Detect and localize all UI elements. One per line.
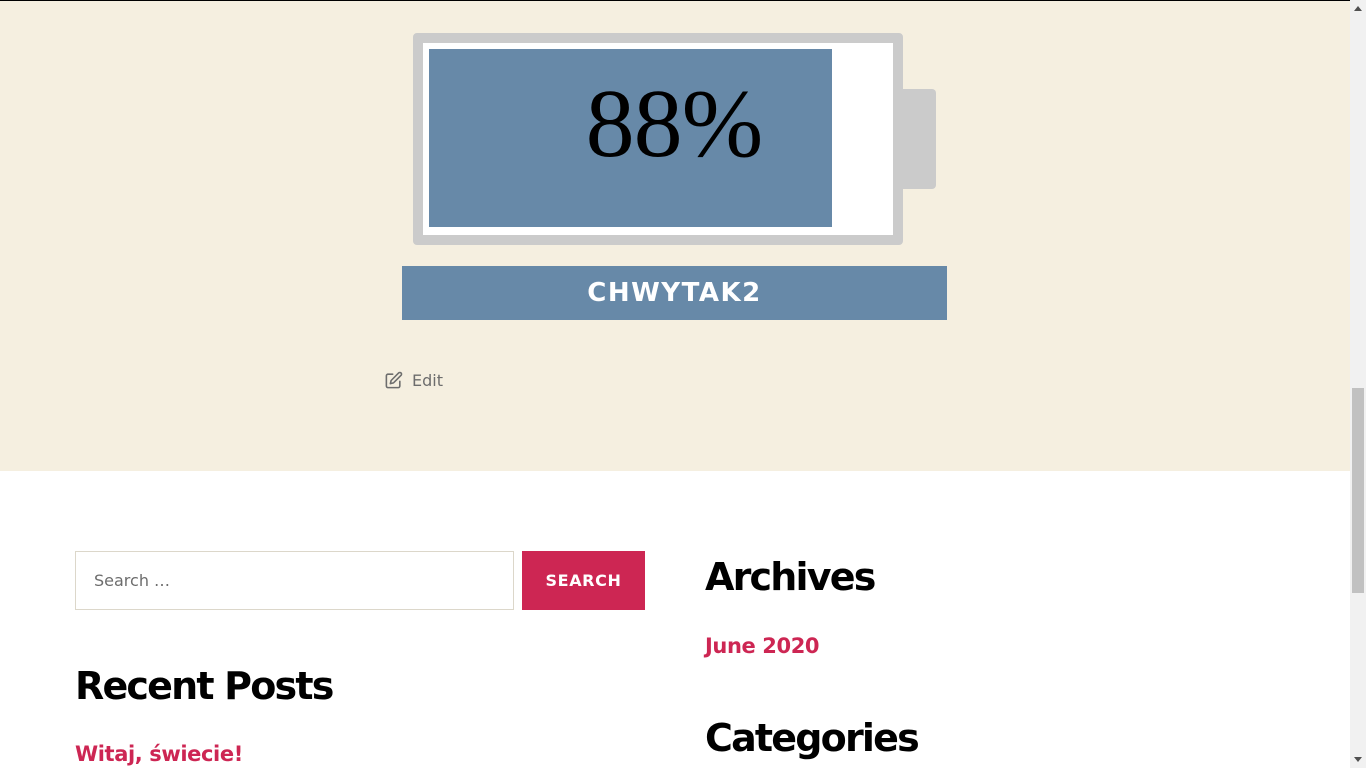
vertical-scrollbar[interactable] xyxy=(1350,0,1366,768)
device-name-banner: CHWYTAK2 xyxy=(402,266,947,320)
archive-link[interactable]: June 2020 xyxy=(705,634,820,658)
recent-post-link[interactable]: Witaj, świecie! xyxy=(75,742,243,766)
search-input[interactable] xyxy=(75,551,514,610)
post-content: 88% CHWYTAK2 Edit xyxy=(0,1,1350,471)
search-form: SEARCH xyxy=(75,551,645,610)
battery-tip xyxy=(903,89,936,189)
battery-percent: 88% xyxy=(585,70,764,178)
edit-link[interactable]: Edit xyxy=(384,369,443,391)
recent-posts-title: Recent Posts xyxy=(75,664,334,708)
scroll-up-arrow-icon[interactable] xyxy=(1350,0,1366,17)
battery-indicator: 88% xyxy=(413,33,936,245)
edit-label: Edit xyxy=(412,370,443,390)
search-button[interactable]: SEARCH xyxy=(522,551,645,610)
categories-title: Categories xyxy=(705,716,920,760)
archives-title: Archives xyxy=(705,555,876,599)
edit-icon xyxy=(384,371,403,390)
scroll-down-arrow-icon[interactable] xyxy=(1350,751,1366,768)
page: 88% CHWYTAK2 Edit SEARCH Recent Posts Wi… xyxy=(0,0,1366,768)
scrollbar-thumb[interactable] xyxy=(1352,388,1364,593)
